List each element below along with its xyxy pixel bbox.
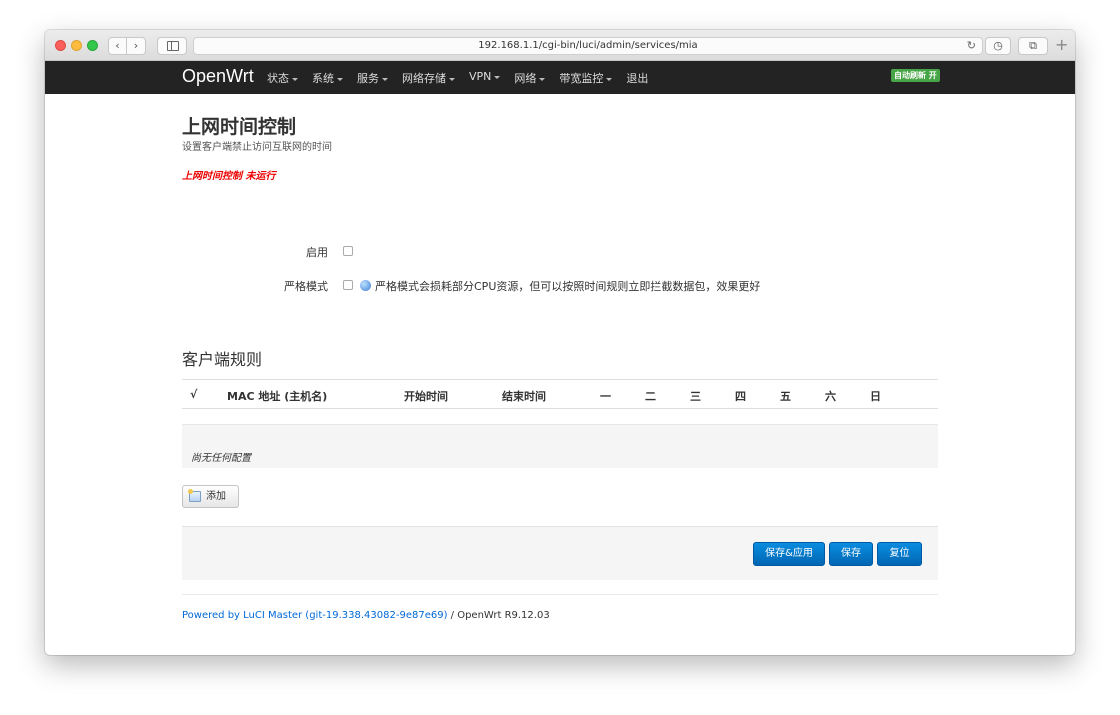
footer: Powered by LuCI Master (git-19.338.43082…: [182, 610, 550, 621]
save-apply-button[interactable]: 保存&应用: [753, 542, 825, 566]
empty-message: 尚无任何配置: [191, 453, 251, 464]
chevron-down-icon: [606, 77, 613, 81]
column-monday: 一: [600, 390, 611, 403]
info-icon: [360, 280, 371, 291]
browser-window: ‹ › 192.168.1.1/cgi-bin/luci/admin/servi…: [45, 30, 1075, 655]
chevron-down-icon: [292, 77, 298, 81]
column-start-time: 开始时间: [404, 390, 448, 403]
page-description: 设置客户端禁止访问互联网的时间: [182, 142, 332, 153]
menu-vpn[interactable]: VPN: [469, 70, 501, 86]
minimize-window-icon[interactable]: [71, 40, 82, 51]
menu-nas[interactable]: 网络存储: [402, 70, 455, 86]
history-icon[interactable]: ◷: [985, 37, 1011, 55]
top-navbar: OpenWrt 状态 系统 服务 网络存储 VPN 网络 带宽监控 退出 自动刷…: [45, 61, 1075, 94]
column-enabled: √: [190, 388, 198, 401]
chevron-down-icon: [382, 77, 388, 81]
browser-toolbar: ‹ › 192.168.1.1/cgi-bin/luci/admin/servi…: [45, 30, 1075, 61]
column-mac: MAC 地址 (主机名): [227, 390, 328, 403]
address-bar[interactable]: 192.168.1.1/cgi-bin/luci/admin/services/…: [193, 37, 983, 55]
auto-refresh-badge[interactable]: 自动刷新 开: [891, 69, 940, 82]
add-icon: [188, 489, 201, 502]
column-friday: 五: [780, 390, 791, 403]
new-tab-icon[interactable]: +: [1055, 35, 1068, 54]
main-menu: 状态 系统 服务 网络存储 VPN 网络 带宽监控 退出: [267, 70, 662, 86]
column-wednesday: 三: [690, 390, 701, 403]
menu-services[interactable]: 服务: [357, 70, 388, 86]
enable-checkbox[interactable]: [343, 246, 353, 256]
chevron-down-icon: [494, 75, 501, 79]
save-button[interactable]: 保存: [829, 542, 873, 566]
service-status: 上网时间控制 未运行: [182, 171, 276, 182]
tab-overview-icon[interactable]: ⧉: [1018, 37, 1048, 55]
add-rule-label: 添加: [206, 491, 226, 502]
sidebar-icon: [167, 41, 179, 51]
column-thursday: 四: [735, 390, 746, 403]
strict-mode-label: 严格模式: [284, 280, 328, 293]
brand-logo[interactable]: OpenWrt: [182, 66, 254, 87]
enable-label: 启用: [306, 246, 328, 259]
column-saturday: 六: [825, 390, 836, 403]
rules-table-header: √ MAC 地址 (主机名) 开始时间 结束时间 一 二 三 四 五 六 日: [182, 379, 938, 409]
chevron-down-icon: [449, 77, 455, 81]
form-actions: 保存&应用 保存 复位: [182, 526, 938, 580]
add-rule-button[interactable]: 添加: [182, 485, 239, 508]
footer-divider: [182, 594, 938, 595]
menu-status[interactable]: 状态: [267, 70, 298, 86]
menu-system[interactable]: 系统: [312, 70, 343, 86]
reset-button[interactable]: 复位: [877, 542, 922, 566]
page-title: 上网时间控制: [182, 116, 297, 138]
luci-link[interactable]: Powered by LuCI Master (git-19.338.43082…: [182, 610, 447, 621]
zoom-window-icon[interactable]: [87, 40, 98, 51]
footer-version: / OpenWrt R9.12.03: [447, 610, 550, 621]
strict-mode-help: 严格模式会损耗部分CPU资源，但可以按照时间规则立即拦截数据包，效果更好: [375, 280, 761, 293]
menu-bandwidth[interactable]: 带宽监控: [559, 70, 613, 86]
chevron-down-icon: [539, 77, 546, 81]
strict-mode-checkbox[interactable]: [343, 280, 353, 290]
column-tuesday: 二: [645, 390, 656, 403]
sidebar-toggle-button[interactable]: [157, 37, 187, 55]
column-end-time: 结束时间: [502, 390, 546, 403]
back-icon[interactable]: ‹: [108, 37, 127, 55]
menu-network[interactable]: 网络: [514, 70, 546, 86]
forward-icon[interactable]: ›: [127, 37, 146, 55]
column-sunday: 日: [870, 390, 881, 403]
section-title: 客户端规则: [182, 350, 263, 369]
close-window-icon[interactable]: [55, 40, 66, 51]
reload-icon[interactable]: ↻: [967, 38, 976, 54]
menu-logout[interactable]: 退出: [626, 70, 648, 86]
url-text: 192.168.1.1/cgi-bin/luci/admin/services/…: [478, 40, 698, 51]
chevron-down-icon: [337, 77, 343, 81]
table-row: 尚无任何配置: [182, 424, 938, 468]
